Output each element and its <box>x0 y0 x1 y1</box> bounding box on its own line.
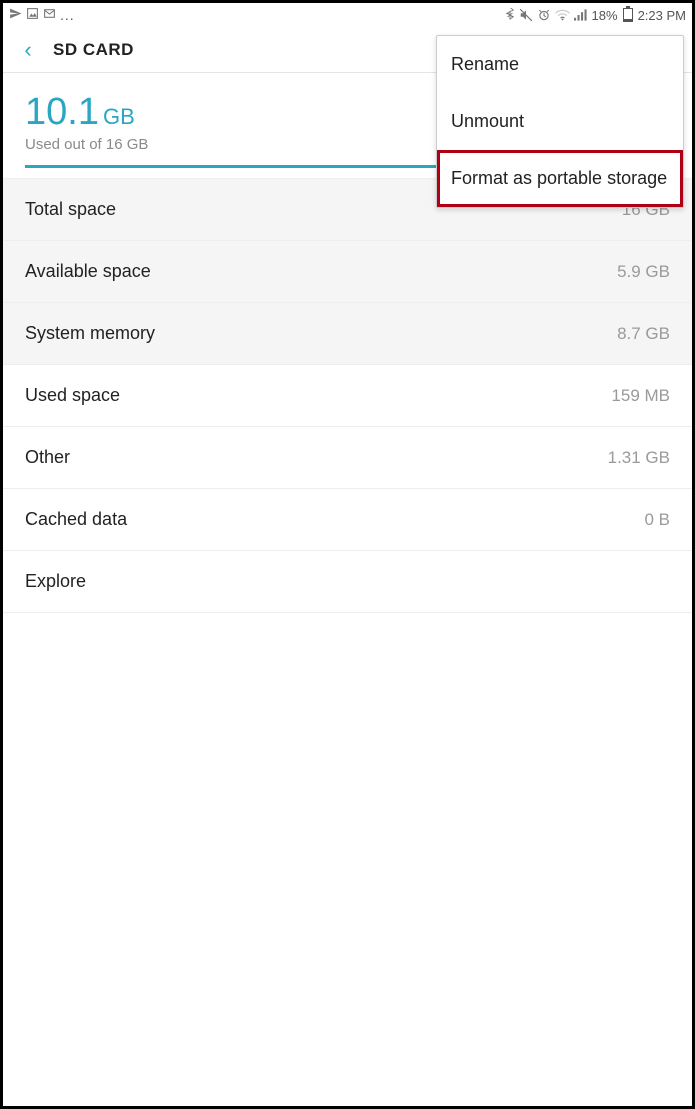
page-title: SD CARD <box>53 40 134 60</box>
mail-icon <box>43 7 56 23</box>
row-used-space[interactable]: Used space 159 MB <box>3 365 692 427</box>
more-notifications-icon: ... <box>60 7 75 23</box>
battery-icon <box>623 8 633 22</box>
row-label: Used space <box>25 385 120 406</box>
row-label: Other <box>25 447 70 468</box>
storage-details-list: Total space 16 GB Available space 5.9 GB… <box>3 179 692 613</box>
menu-item-rename[interactable]: Rename <box>437 36 683 93</box>
row-value: 1.31 GB <box>608 448 670 468</box>
row-value: 0 B <box>644 510 670 530</box>
row-label: System memory <box>25 323 155 344</box>
row-explore[interactable]: Explore <box>3 551 692 613</box>
row-label: Explore <box>25 571 86 592</box>
signal-icon <box>574 9 588 21</box>
alarm-icon <box>537 8 551 22</box>
overflow-menu: Rename Unmount Format as portable storag… <box>436 35 684 208</box>
row-cached-data[interactable]: Cached data 0 B <box>3 489 692 551</box>
row-value: 5.9 GB <box>617 262 670 282</box>
row-label: Cached data <box>25 509 127 530</box>
menu-item-format-portable[interactable]: Format as portable storage <box>437 150 683 207</box>
row-system-memory: System memory 8.7 GB <box>3 303 692 365</box>
used-amount-value: 10.1 <box>25 91 99 133</box>
row-label: Total space <box>25 199 116 220</box>
row-label: Available space <box>25 261 151 282</box>
image-icon <box>26 7 39 23</box>
battery-percent: 18% <box>592 8 618 23</box>
send-icon <box>9 7 22 23</box>
row-available-space: Available space 5.9 GB <box>3 241 692 303</box>
clock-time: 2:23 PM <box>638 8 686 23</box>
mute-icon <box>519 8 533 22</box>
used-amount-unit: GB <box>103 104 135 129</box>
status-bar: ... 18% 2:23 PM <box>3 3 692 27</box>
row-value: 8.7 GB <box>617 324 670 344</box>
row-other[interactable]: Other 1.31 GB <box>3 427 692 489</box>
menu-item-unmount[interactable]: Unmount <box>437 93 683 150</box>
back-icon[interactable]: ‹ <box>13 37 43 63</box>
row-value: 159 MB <box>611 386 670 406</box>
wifi-icon <box>555 9 570 21</box>
bluetooth-icon <box>505 8 515 22</box>
